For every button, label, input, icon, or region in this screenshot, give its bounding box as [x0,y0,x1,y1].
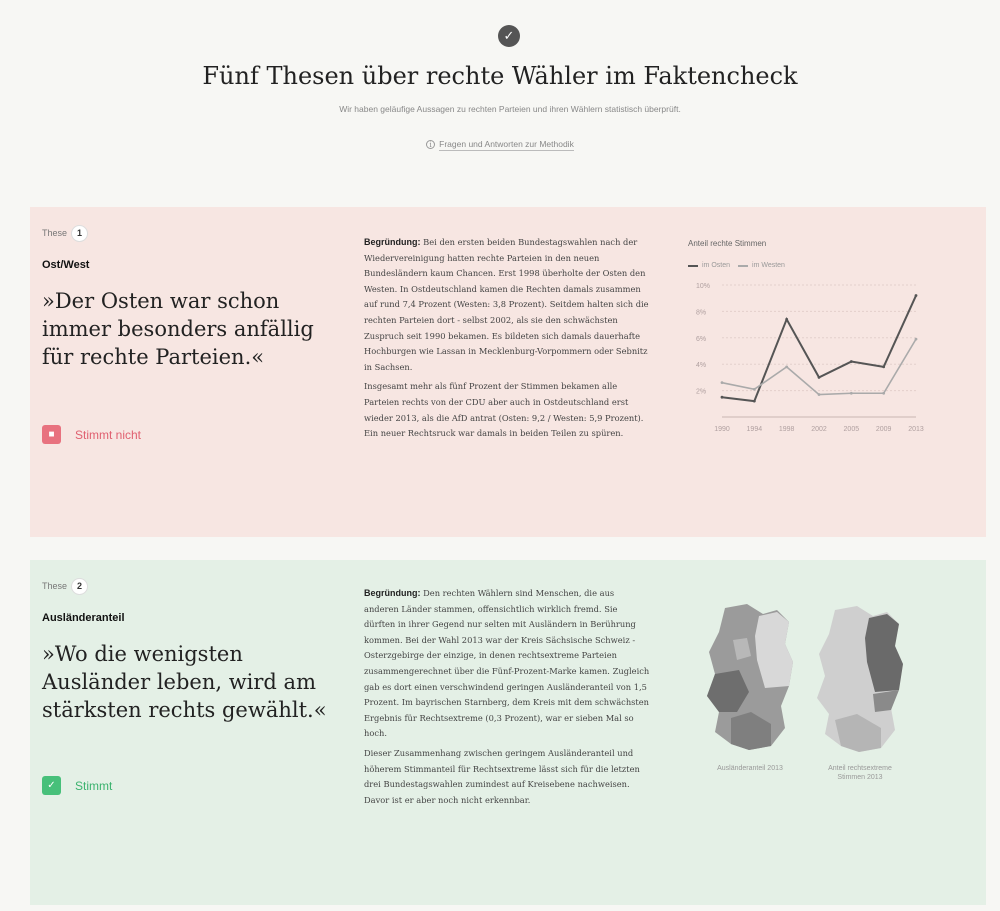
reasoning-paragraph-1: Den rechten Wählern sind Menschen, die a… [364,588,650,739]
thesis-quote: »Wo die wenigsten Ausländer leben, wird … [42,642,327,722]
y-tick-label: 6% [696,336,706,343]
series-line-west [721,338,917,396]
reasoning-lead: Begründung: [364,588,421,598]
data-point-west [914,337,918,341]
check-circle-icon: ✓ [498,25,520,47]
legend-label-east: im Osten [702,262,731,269]
data-point-west [785,365,789,369]
data-point-west [752,387,756,391]
verdict-label: Stimmt [75,778,113,793]
page-title: Fünf Thesen über rechte Wähler im Fakten… [202,62,798,90]
reasoning-lead: Begründung: [364,237,421,247]
methodology-link-label[interactable]: Fragen und Antworten zur Methodik [439,139,574,151]
x-tick-label: 1994 [747,426,763,433]
methodology-link[interactable]: i Fragen und Antworten zur Methodik [0,139,1000,151]
page-subtitle: Wir haben geläufige Aussagen zu rechten … [339,104,681,114]
data-point-west [720,381,724,385]
germany-maps: Ausländeranteil 2013 Anteil rechtsextrem… [685,600,920,800]
verdict-badge-true: ✓ Stimmt [42,776,112,795]
reasoning-paragraph-1: Bei den ersten beiden Bundestagswahlen n… [364,237,649,372]
legend-item-east: im Osten [688,262,730,269]
data-point-east [882,365,886,369]
y-tick-label: 2% [696,389,706,396]
data-point-west [849,391,853,395]
thesis-number: 2 [71,578,89,595]
x-tick-label: 2009 [876,426,892,433]
data-point-east [785,317,789,321]
data-point-west [817,393,821,396]
thesis-card-1: These 1 Ost/West »Der Osten war schon imm… [30,207,986,537]
legend-swatch-east [688,264,698,267]
map-right-wing-share [817,606,903,752]
y-tick-label: 8% [696,309,706,316]
legend-item-west: im Westen [738,262,785,269]
x-tick-label: 1990 [714,426,730,433]
map-caption-right-wing: Anteil rechtsextreme Stimmen 2013 [828,765,892,781]
page-header: ✓ Fünf Thesen über rechte Wähler im Fakt… [0,0,1000,200]
legend-label-west: im Westen [752,262,785,269]
data-point-east [817,376,821,379]
reasoning-paragraph-2: Dieser Zusammenhang zwischen geringem Au… [364,747,640,805]
y-tick-label: 10% [696,283,710,290]
map-foreigners-share [707,604,793,750]
y-tick-label: 4% [696,362,706,369]
line-chart: 10% 8% 6% 4% 2% 1990 1994 1998 2002 2005 2009 2013 … [686,235,926,435]
info-circle-icon: i [426,140,436,149]
x-tick-label: 2002 [811,426,827,433]
reasoning-paragraph-2: Insgesamt mehr als fünf Prozent der Stim… [364,381,644,439]
reasoning-text: Begründung: Den rechten Wählern sind Men… [364,586,650,812]
thesis-label-text: These [42,581,68,591]
x-tick-label: 1998 [779,426,795,433]
check-icon: ✓ [42,776,61,795]
x-icon: ■ [42,425,61,444]
chart-legend: im Osten im Westen [688,262,785,269]
map-caption-foreigners: Ausländeranteil 2013 [717,765,783,772]
data-point-east [720,395,724,399]
thesis-card-2: These 2 Ausländeranteil »Wo die wenigsten… [30,560,986,905]
data-point-east [752,399,756,403]
thesis-label: These 1 [42,225,89,242]
data-point-west [882,391,886,395]
thesis-number: 1 [71,225,89,242]
legend-swatch-west [738,264,749,267]
data-point-east [914,294,918,297]
verdict-label: Stimmt nicht [75,427,142,442]
data-point-east [849,360,853,363]
thesis-quote: »Der Osten war schon immer besonders anf… [42,289,314,369]
germany-maps-svg [707,604,903,752]
x-tick-label: 2013 [908,426,924,433]
reasoning-text: Begründung: Bei den ersten beiden Bundes… [364,235,650,446]
thesis-label-text: These [42,228,68,238]
thesis-label: These 2 [42,578,89,595]
verdict-badge-false: ■ Stimmt nicht [42,425,141,444]
chart-title: Anteil rechte Stimmen [688,239,767,248]
thesis-topic: Ost/West [42,259,90,271]
thesis-topic: Ausländeranteil [42,612,125,624]
x-tick-label: 2005 [844,426,860,433]
